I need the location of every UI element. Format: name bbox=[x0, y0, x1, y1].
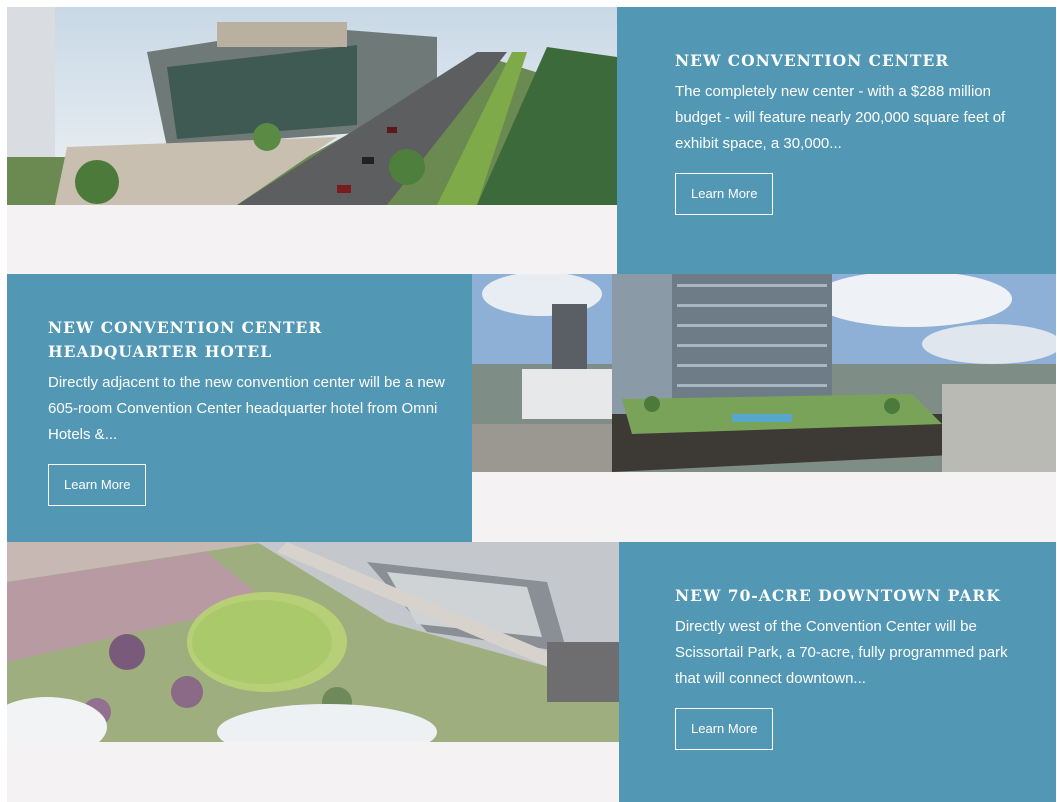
section-title: NEW CONVENTION CENTER HEADQUARTER HOTEL bbox=[48, 316, 452, 364]
image-footer-strip bbox=[7, 205, 617, 274]
section-description: Directly adjacent to the new convention … bbox=[48, 374, 445, 443]
feature-row-downtown-park: NEW 70-ACRE DOWNTOWN PARK Directly west … bbox=[7, 542, 1056, 802]
section-description: The completely new center - with a $288 … bbox=[675, 83, 1006, 152]
panel-pointer bbox=[619, 672, 633, 692]
headquarter-hotel-panel: NEW CONVENTION CENTER HEADQUARTER HOTEL D… bbox=[7, 274, 472, 542]
section-description: Directly west of the Convention Center w… bbox=[675, 618, 1008, 687]
section-title: NEW CONVENTION CENTER bbox=[675, 51, 950, 70]
learn-more-button[interactable]: Learn More bbox=[675, 708, 774, 750]
section-title: NEW 70-ACRE DOWNTOWN PARK bbox=[675, 586, 1001, 605]
section-title-line1: NEW CONVENTION CENTER bbox=[48, 318, 323, 337]
convention-center-panel: NEW CONVENTION CENTER The completely new… bbox=[617, 7, 1056, 274]
learn-more-button[interactable]: Learn More bbox=[48, 464, 147, 506]
image-footer-strip bbox=[472, 472, 1056, 542]
convention-center-image bbox=[7, 7, 617, 205]
panel-pointer bbox=[617, 135, 631, 155]
panel-pointer bbox=[458, 404, 472, 424]
feature-row-headquarter-hotel: NEW CONVENTION CENTER HEADQUARTER HOTEL D… bbox=[7, 274, 1056, 542]
image-footer-strip bbox=[7, 742, 619, 802]
headquarter-hotel-image bbox=[472, 274, 1056, 472]
section-title-line2: HEADQUARTER HOTEL bbox=[48, 342, 273, 361]
downtown-park-panel: NEW 70-ACRE DOWNTOWN PARK Directly west … bbox=[619, 542, 1056, 802]
feature-row-convention-center: NEW CONVENTION CENTER The completely new… bbox=[7, 7, 1056, 274]
learn-more-button[interactable]: Learn More bbox=[675, 173, 774, 215]
downtown-park-image bbox=[7, 542, 619, 742]
